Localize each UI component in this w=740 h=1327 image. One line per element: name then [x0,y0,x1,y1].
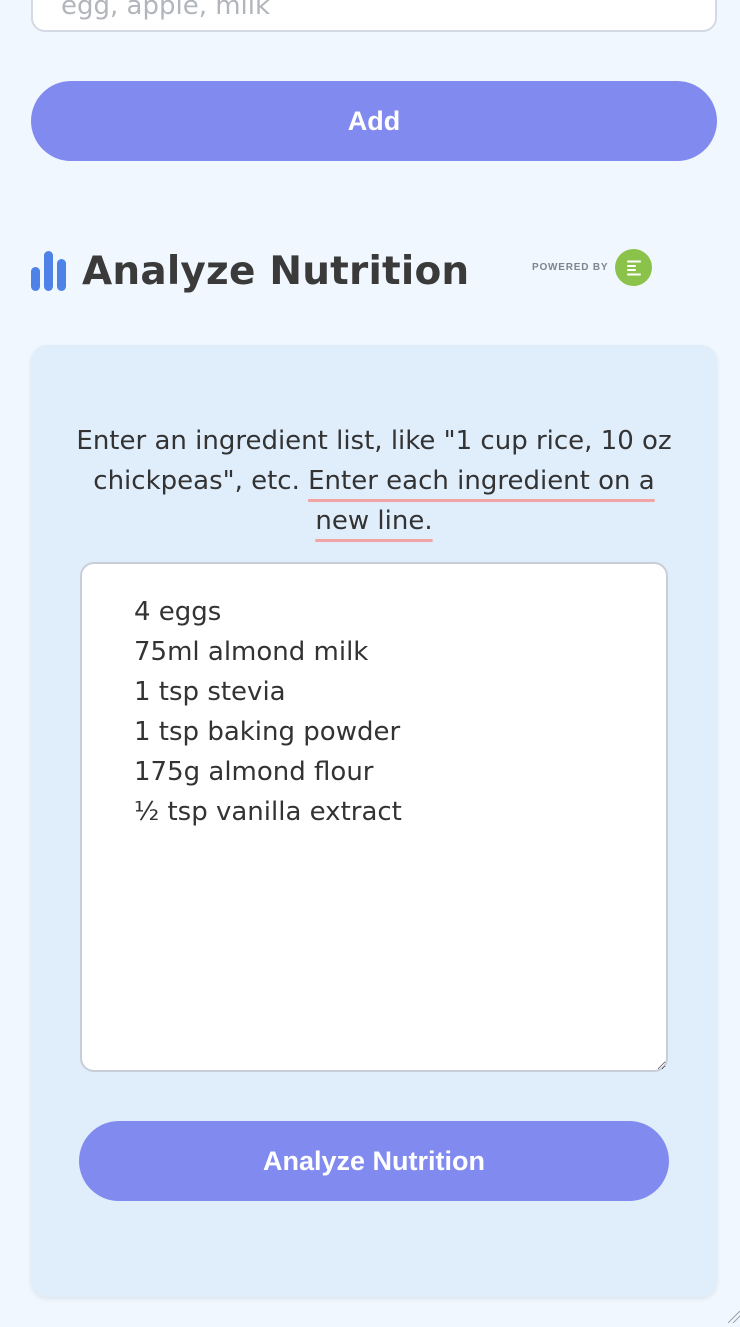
edamam-logo-icon [615,249,653,286]
powered-by-label: POWERED BY [532,262,609,273]
section-title: Analyze Nutrition [82,248,470,294]
powered-by-badge[interactable]: POWERED BY [532,249,653,286]
bar-chart-icon [31,251,67,291]
instructions-text: Enter an ingredient list, like "1 cup ri… [71,421,677,541]
add-button[interactable]: Add [31,81,717,161]
analyze-nutrition-button[interactable]: Analyze Nutrition [79,1121,669,1201]
ingredient-input[interactable] [31,0,717,32]
section-header: Analyze Nutrition [31,245,469,297]
instructions-emphasis: Enter each ingredient on a new line. [308,466,655,536]
resize-grip-icon[interactable] [726,1308,740,1324]
ingredients-textarea[interactable]: 4 eggs 75ml almond milk 1 tsp stevia 1 t… [80,562,668,1072]
analyze-card: Enter an ingredient list, like "1 cup ri… [31,345,717,1297]
